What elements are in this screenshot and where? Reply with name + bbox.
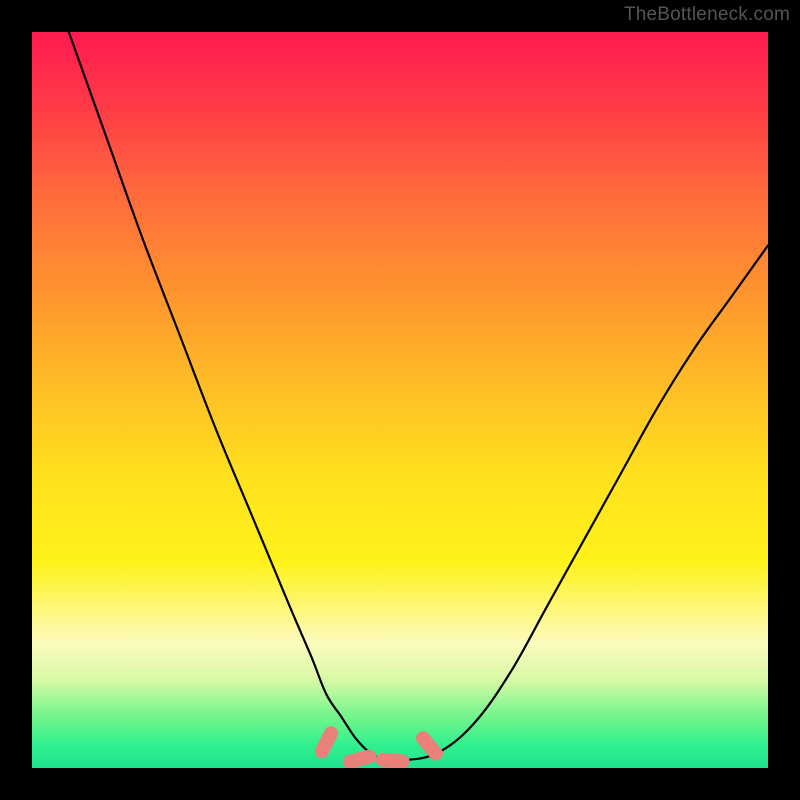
marker-dash [312,724,340,761]
watermark-label: TheBottleneck.com [624,4,790,26]
chart-frame: TheBottleneck.com [0,0,800,800]
bottleneck-chart [32,32,768,768]
chart-markers [312,724,445,768]
chart-curve [69,32,768,762]
chart-svg [32,32,768,768]
marker-dash [375,752,410,768]
marker-dash [341,748,377,768]
